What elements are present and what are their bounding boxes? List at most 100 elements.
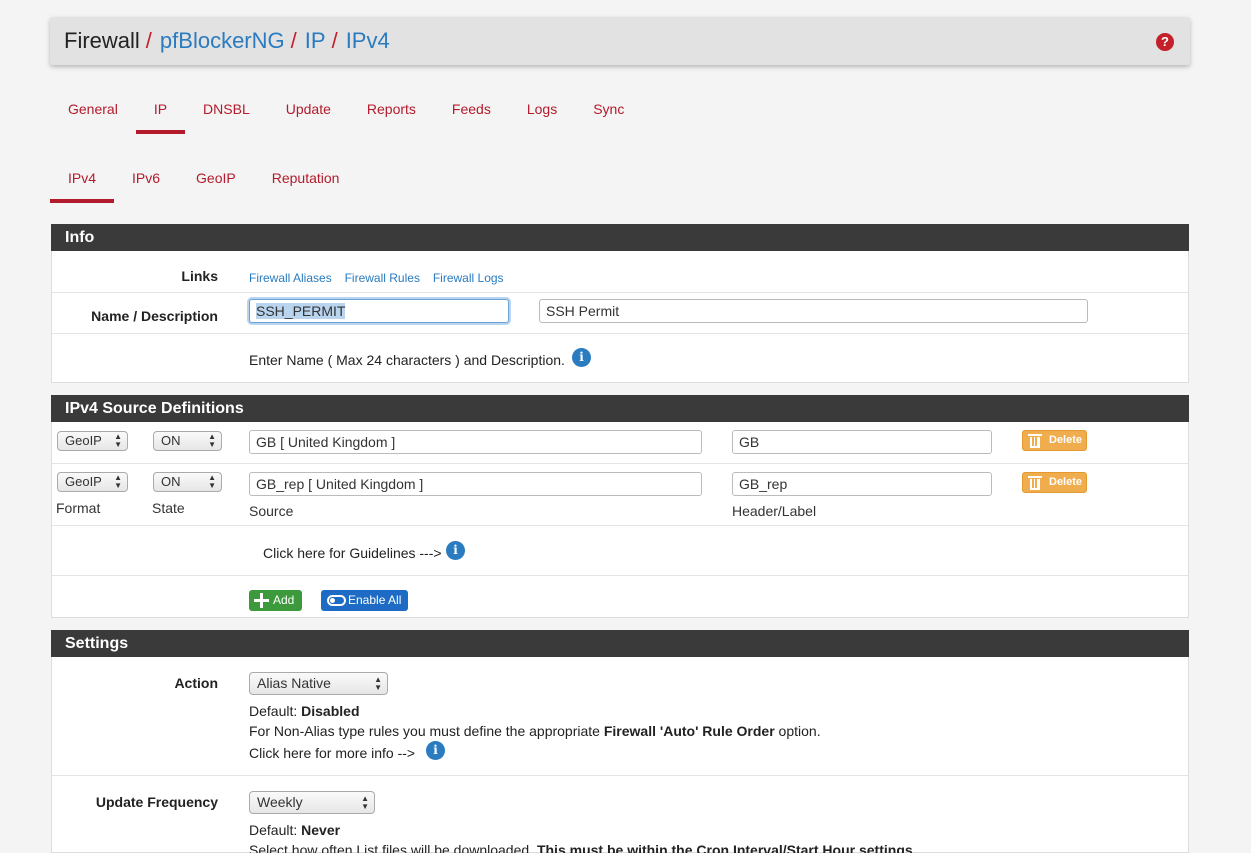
action-row: Action Alias Native ▲ ▼ Default: Disabled … — [52, 657, 1188, 776]
update-note: Select how often List files will be down… — [249, 842, 917, 853]
breadcrumb-separator: / — [145, 28, 152, 53]
update-note-bold: This must be within the Cron Interval/St… — [536, 842, 917, 853]
action-select[interactable]: Alias Native ▲ ▼ — [249, 672, 388, 695]
info-panel-title: Info — [51, 224, 1189, 251]
update-frequency-row: Update Frequency Weekly ▲ ▼ Default: Never… — [52, 776, 1188, 853]
format-select[interactable]: GeoIP ▲ ▼ — [57, 472, 128, 492]
name-description-row: Name / Description SSH_PERMIT SSH Permit — [52, 293, 1188, 334]
firewall-logs-link[interactable]: Firewall Logs — [433, 271, 504, 285]
header-label-input[interactable]: GB — [732, 430, 992, 454]
delete-button[interactable]: Delete — [1022, 472, 1087, 493]
source-column-label: Source — [249, 503, 294, 519]
delete-button[interactable]: Delete — [1022, 430, 1087, 451]
update-frequency-label: Update Frequency — [95, 794, 218, 810]
tab-general[interactable]: General — [50, 94, 136, 134]
action-default: Default: Disabled — [249, 703, 360, 719]
action-note: For Non-Alias type rules you must define… — [249, 723, 821, 739]
info-icon[interactable]: i — [426, 741, 445, 760]
tab-sync[interactable]: Sync — [575, 94, 642, 134]
updown-arrows-icon: ▲ ▼ — [114, 473, 122, 490]
source-input[interactable]: GB [ United Kingdom ] — [249, 430, 702, 454]
updown-arrows-icon: ▲ ▼ — [208, 432, 216, 449]
state-select[interactable]: ON ▲ ▼ — [153, 472, 222, 492]
breadcrumb-bar: Firewall / pfBlockerNG / IP / IPv4 ? — [50, 17, 1190, 65]
toggle-icon — [327, 595, 346, 606]
info-icon[interactable]: i — [446, 541, 465, 560]
updown-arrows-icon: ▲ ▼ — [114, 432, 122, 449]
main-tabs: General IP DNSBL Update Reports Feeds Lo… — [50, 94, 642, 134]
name-input-value: SSH_PERMIT — [256, 303, 346, 319]
updown-arrows-icon: ▲ ▼ — [361, 794, 369, 811]
format-column-label: Format — [56, 500, 101, 516]
trash-icon — [1028, 475, 1042, 491]
sources-panel: GeoIP ▲ ▼ ON ▲ ▼ GB [ United Kingdom ] GB De… — [51, 422, 1189, 618]
info-panel: Links Firewall Aliases Firewall Rules Fi… — [51, 251, 1189, 383]
action-default-value: Disabled — [301, 703, 360, 719]
settings-panel: Action Alias Native ▲ ▼ Default: Disabled … — [51, 657, 1189, 853]
breadcrumb-pfblockerng[interactable]: pfBlockerNG — [160, 28, 285, 53]
update-default-prefix: Default: — [249, 822, 298, 838]
action-note-prefix: For Non-Alias type rules you must define… — [249, 723, 600, 739]
action-note-bold: Firewall 'Auto' Rule Order — [603, 723, 775, 739]
subtab-ipv6[interactable]: IPv6 — [114, 163, 178, 203]
links-row: Links Firewall Aliases Firewall Rules Fi… — [52, 251, 1188, 293]
breadcrumb-ipv4[interactable]: IPv4 — [346, 28, 390, 53]
delete-button-label: Delete — [1049, 476, 1083, 488]
add-button-label: Add — [273, 593, 295, 607]
update-frequency-select[interactable]: Weekly ▲ ▼ — [249, 791, 375, 814]
enable-all-button[interactable]: Enable All — [321, 590, 409, 611]
enable-all-button-label: Enable All — [348, 593, 402, 607]
name-input[interactable]: SSH_PERMIT — [249, 299, 509, 323]
breadcrumb-separator: / — [290, 28, 297, 53]
breadcrumb-separator: / — [331, 28, 338, 53]
format-select-value: GeoIP — [65, 433, 102, 448]
breadcrumb-ip[interactable]: IP — [305, 28, 326, 53]
question-circle-icon[interactable]: ? — [1156, 33, 1174, 51]
updown-arrows-icon: ▲ ▼ — [374, 675, 382, 692]
subtab-ipv4[interactable]: IPv4 — [50, 163, 115, 203]
sources-panel-title: IPv4 Source Definitions — [51, 395, 1189, 422]
updown-arrows-icon: ▲ ▼ — [208, 473, 216, 490]
update-default: Default: Never — [249, 822, 340, 838]
update-frequency-value: Weekly — [257, 794, 303, 810]
format-select[interactable]: GeoIP ▲ ▼ — [57, 431, 128, 451]
update-note-prefix: Select how often List files will be down… — [249, 842, 534, 853]
info-icon[interactable]: i — [572, 348, 591, 367]
tab-ip[interactable]: IP — [135, 94, 186, 134]
name-help-text: Enter Name ( Max 24 characters ) and Des… — [249, 352, 565, 368]
tab-reports[interactable]: Reports — [349, 94, 434, 134]
firewall-aliases-link[interactable]: Firewall Aliases — [249, 271, 332, 285]
guidelines-row: Click here for Guidelines ---> i — [52, 526, 1188, 576]
guidelines-text[interactable]: Click here for Guidelines ---> — [263, 545, 442, 561]
tab-logs[interactable]: Logs — [509, 94, 575, 134]
action-label: Action — [174, 675, 218, 691]
add-row: Add Enable All — [52, 576, 1188, 618]
breadcrumb: Firewall / pfBlockerNG / IP / IPv4 — [64, 28, 390, 54]
action-note-suffix: option. — [778, 723, 821, 739]
settings-panel-title: Settings — [51, 630, 1189, 657]
links-label: Links — [181, 268, 218, 284]
source-row: GeoIP ▲ ▼ ON ▲ ▼ GB_rep [ United Kingdom ] G… — [52, 464, 1188, 526]
add-button[interactable]: Add — [249, 590, 303, 611]
name-description-label: Name / Description — [91, 308, 218, 324]
state-select[interactable]: ON ▲ ▼ — [153, 431, 222, 451]
info-help-row: Enter Name ( Max 24 characters ) and Des… — [52, 334, 1188, 383]
source-input[interactable]: GB_rep [ United Kingdom ] — [249, 472, 702, 496]
state-select-value: ON — [161, 433, 181, 448]
description-input[interactable]: SSH Permit — [539, 299, 1088, 323]
plus-icon — [254, 593, 269, 608]
firewall-rules-link[interactable]: Firewall Rules — [345, 271, 420, 285]
subtab-reputation[interactable]: Reputation — [254, 163, 358, 203]
format-select-value: GeoIP — [65, 474, 102, 489]
action-more-info[interactable]: Click here for more info --> — [249, 745, 415, 761]
breadcrumb-root: Firewall — [64, 28, 140, 53]
subtab-geoip[interactable]: GeoIP — [178, 163, 254, 203]
tab-update[interactable]: Update — [268, 94, 349, 134]
action-select-value: Alias Native — [257, 675, 331, 691]
header-column-label: Header/Label — [732, 503, 817, 519]
tab-dnsbl[interactable]: DNSBL — [185, 94, 268, 134]
header-label-input[interactable]: GB_rep — [732, 472, 992, 496]
tab-feeds[interactable]: Feeds — [434, 94, 509, 134]
trash-icon — [1028, 433, 1042, 449]
update-default-value: Never — [301, 822, 341, 838]
